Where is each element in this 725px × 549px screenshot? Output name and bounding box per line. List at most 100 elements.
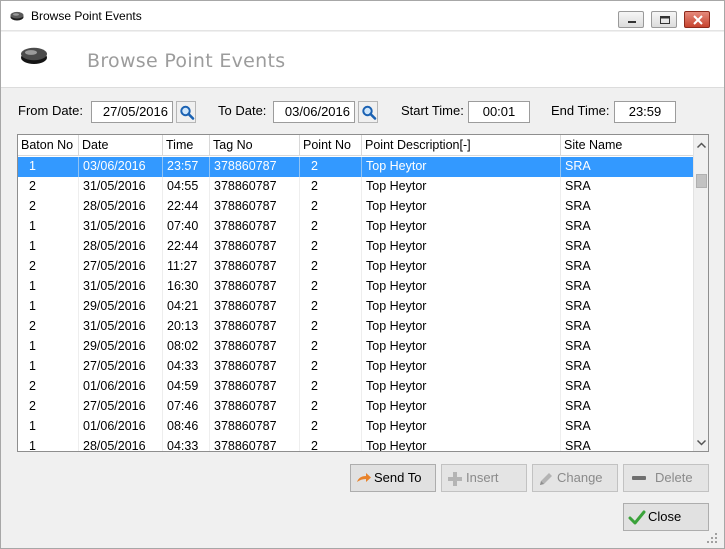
delete-label: Delete xyxy=(655,470,693,485)
table-cell: SRA xyxy=(565,359,591,373)
change-label: Change xyxy=(557,470,603,485)
table-cell: 2 xyxy=(300,197,362,217)
table-cell: SRA xyxy=(565,399,591,413)
table-cell: Top Heytor xyxy=(362,297,561,317)
insert-button[interactable]: Insert xyxy=(441,464,527,492)
table-row[interactable]: 2 28/05/2016 22:44 378860787 2 Top Heytor SRA xyxy=(18,197,693,217)
table-cell: SRA xyxy=(565,339,591,353)
page-header: Browse Point Events xyxy=(1,32,724,88)
scrollbar-thumb[interactable] xyxy=(696,174,707,188)
table-cell: 378860787 xyxy=(210,297,300,317)
table-cell: Top Heytor xyxy=(362,317,561,337)
table-row[interactable]: 1 29/05/2016 04:21 378860787 2 Top Heytor SRA xyxy=(18,297,693,317)
table-cell: 23:57 xyxy=(163,157,210,177)
close-button[interactable]: Close xyxy=(623,503,709,531)
table-cell: 378860787 xyxy=(210,157,300,177)
table-row[interactable]: 1 01/06/2016 08:46 378860787 2 Top Heytor SRA xyxy=(18,417,693,437)
start-time-field[interactable]: 00:01 xyxy=(468,101,530,123)
table-cell: Top Heytor xyxy=(362,437,561,451)
chevron-up-icon[interactable] xyxy=(694,137,709,154)
table-row[interactable]: 2 01/06/2016 04:59 378860787 2 Top Heytor SRA xyxy=(18,377,693,397)
table-cell: SRA xyxy=(565,419,591,433)
table-cell: 1 xyxy=(18,437,79,451)
browse-point-events-window: Browse Point Events Browse Point Events xyxy=(0,0,725,549)
column-header-time[interactable]: Time xyxy=(163,135,210,156)
table-cell: 1 xyxy=(18,237,79,257)
table-row[interactable]: 1 31/05/2016 16:30 378860787 2 Top Heytor SRA xyxy=(18,277,693,297)
from-date-field[interactable]: 27/05/2016 xyxy=(91,101,173,123)
table-cell: 29/05/2016 xyxy=(79,337,163,357)
column-header-baton-no[interactable]: Baton No xyxy=(18,135,79,156)
column-header-tag-no[interactable]: Tag No xyxy=(210,135,300,156)
table-cell: SRA xyxy=(565,179,591,193)
table-cell: Top Heytor xyxy=(362,277,561,297)
minimize-button[interactable] xyxy=(618,11,644,28)
vertical-scrollbar[interactable] xyxy=(693,135,708,451)
table-cell: 2 xyxy=(300,237,362,257)
table-cell: 04:55 xyxy=(163,177,210,197)
table-cell: 1 xyxy=(18,297,79,317)
table-cell: 378860787 xyxy=(210,397,300,417)
table-cell: 1 xyxy=(18,417,79,437)
table-cell: 27/05/2016 xyxy=(79,397,163,417)
table-cell: 378860787 xyxy=(210,357,300,377)
table-cell: 378860787 xyxy=(210,337,300,357)
table-cell: SRA xyxy=(565,159,591,173)
table-cell: Top Heytor xyxy=(362,157,561,177)
window-close-button[interactable] xyxy=(684,11,710,28)
table-cell: 378860787 xyxy=(210,197,300,217)
table-cell: Top Heytor xyxy=(362,237,561,257)
table-row[interactable]: 2 31/05/2016 04:55 378860787 2 Top Heytor SRA xyxy=(18,177,693,197)
change-button[interactable]: Change xyxy=(532,464,618,492)
maximize-button[interactable] xyxy=(651,11,677,28)
table-cell: Top Heytor xyxy=(362,257,561,277)
table-row[interactable]: 2 27/05/2016 11:27 378860787 2 Top Heytor SRA xyxy=(18,257,693,277)
table-row[interactable]: 1 28/05/2016 22:44 378860787 2 Top Heytor SRA xyxy=(18,237,693,257)
point-events-grid[interactable]: Baton No Date Time Tag No Point No Point… xyxy=(17,134,709,452)
table-cell: SRA xyxy=(565,219,591,233)
pencil-icon xyxy=(540,473,552,485)
maximize-icon xyxy=(660,16,670,24)
page-title: Browse Point Events xyxy=(87,50,286,72)
table-row[interactable]: 2 27/05/2016 07:46 378860787 2 Top Heytor SRA xyxy=(18,397,693,417)
table-cell: 378860787 xyxy=(210,257,300,277)
table-cell: 1 xyxy=(18,217,79,237)
to-date-field[interactable]: 03/06/2016 xyxy=(273,101,355,123)
table-cell: 28/05/2016 xyxy=(79,197,163,217)
table-row[interactable]: 1 31/05/2016 07:40 378860787 2 Top Heytor SRA xyxy=(18,217,693,237)
column-header-date[interactable]: Date xyxy=(79,135,163,156)
title-bar[interactable]: Browse Point Events xyxy=(1,1,724,31)
end-time-field[interactable]: 23:59 xyxy=(614,101,676,123)
delete-button[interactable]: Delete xyxy=(623,464,709,492)
table-cell: 08:02 xyxy=(163,337,210,357)
table-cell: 22:44 xyxy=(163,197,210,217)
table-row[interactable]: 1 27/05/2016 04:33 378860787 2 Top Heytor SRA xyxy=(18,357,693,377)
baton-disc-icon xyxy=(10,11,24,21)
table-row[interactable]: 2 31/05/2016 20:13 378860787 2 Top Heytor SRA xyxy=(18,317,693,337)
table-cell: 2 xyxy=(300,157,362,177)
from-date-search-button[interactable] xyxy=(176,101,196,123)
column-header-site-name[interactable]: Site Name xyxy=(561,135,693,156)
resize-grip-icon[interactable] xyxy=(705,531,719,545)
table-cell: 08:46 xyxy=(163,417,210,437)
column-header-point-description[interactable]: Point Description[-] xyxy=(362,135,561,156)
table-cell: SRA xyxy=(565,279,591,293)
table-cell: 28/05/2016 xyxy=(79,237,163,257)
table-cell: 1 xyxy=(18,277,79,297)
table-row[interactable]: 1 03/06/2016 23:57 378860787 2 Top Heytor SRA xyxy=(18,157,693,177)
column-header-point-no[interactable]: Point No xyxy=(300,135,362,156)
table-cell: 16:30 xyxy=(163,277,210,297)
table-row[interactable]: 1 28/05/2016 04:33 378860787 2 Top Heytor SRA xyxy=(18,437,693,451)
to-date-search-button[interactable] xyxy=(358,101,378,123)
table-cell: 11:27 xyxy=(163,257,210,277)
baton-disc-icon xyxy=(21,47,47,64)
send-to-button[interactable]: Send To xyxy=(350,464,436,492)
table-cell: 1 xyxy=(18,157,79,177)
table-row[interactable]: 1 29/05/2016 08:02 378860787 2 Top Heytor SRA xyxy=(18,337,693,357)
table-cell: 2 xyxy=(300,277,362,297)
table-cell: 2 xyxy=(18,257,79,277)
table-cell: Top Heytor xyxy=(362,177,561,197)
table-cell: 29/05/2016 xyxy=(79,297,163,317)
start-time-label: Start Time: xyxy=(401,103,464,118)
chevron-down-icon[interactable] xyxy=(694,434,709,451)
